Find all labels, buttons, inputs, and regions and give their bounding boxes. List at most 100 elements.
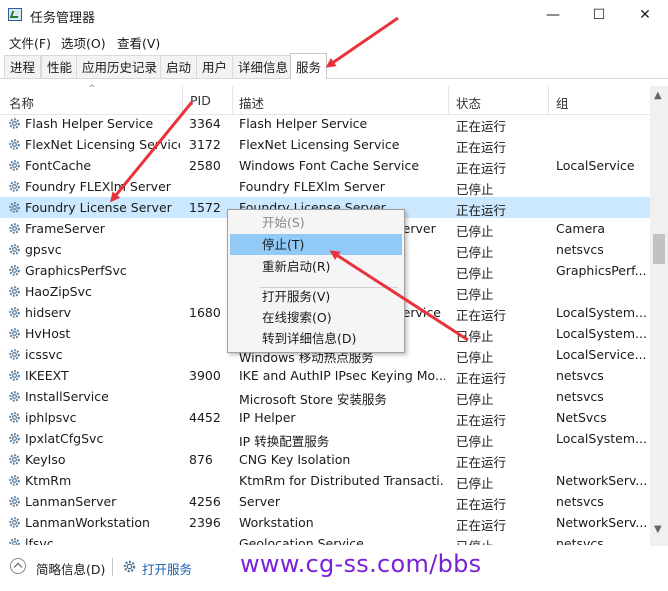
service-status: 已停止 bbox=[456, 287, 494, 302]
service-row[interactable]: IKEEXT 3900 IKE and AuthIP IPsec Keying Mo… bbox=[0, 365, 650, 386]
service-row[interactable]: iphlpsvc 4452 IP Helper 正在运行 NetSvcs bbox=[0, 407, 650, 428]
column-divider[interactable] bbox=[182, 86, 183, 114]
tab-app-history[interactable]: 应用历史记录 bbox=[76, 55, 164, 78]
title-bar: 任务管理器 — ☐ ✕ bbox=[0, 0, 668, 30]
service-status: 正在运行 bbox=[456, 497, 507, 512]
ctx-stop[interactable]: 停止(T) bbox=[230, 234, 402, 255]
menu-view[interactable]: 查看(V) bbox=[117, 33, 160, 52]
service-status: 正在运行 bbox=[456, 518, 507, 533]
service-name: hidserv bbox=[25, 305, 72, 320]
maximize-button[interactable]: ☐ bbox=[576, 0, 622, 30]
service-name: Foundry License Server bbox=[25, 200, 172, 215]
service-group: GraphicsPerf... bbox=[556, 263, 646, 278]
fewer-details-button[interactable]: 简略信息(D) bbox=[36, 559, 105, 578]
column-divider[interactable] bbox=[232, 86, 233, 114]
window-title: 任务管理器 bbox=[30, 11, 96, 26]
service-row[interactable]: Flash Helper Service 3364 Flash Helper Ser… bbox=[0, 113, 650, 134]
services-gear-icon[interactable] bbox=[122, 559, 137, 574]
scroll-up-icon[interactable]: ▲ bbox=[654, 90, 662, 101]
service-pid: 1572 bbox=[189, 200, 221, 215]
service-group: netsvcs bbox=[556, 242, 604, 257]
column-name[interactable]: 名称 bbox=[9, 93, 34, 112]
service-name: gpsvc bbox=[25, 242, 62, 257]
service-row[interactable]: IpxlatCfgSvc IP 转换配置服务 已停止 LocalSystem... bbox=[0, 428, 650, 449]
footer-divider bbox=[112, 558, 113, 576]
ctx-start[interactable]: 开始(S) bbox=[230, 212, 402, 233]
service-group: netsvcs bbox=[556, 389, 604, 404]
column-divider[interactable] bbox=[548, 86, 549, 114]
menu-options[interactable]: 选项(O) bbox=[61, 33, 106, 52]
service-row[interactable]: InstallService Microsoft Store 安装服务 已停止 net… bbox=[0, 386, 650, 407]
tab-processes[interactable]: 进程 bbox=[4, 55, 42, 78]
column-status[interactable]: 状态 bbox=[456, 93, 481, 112]
tab-performance[interactable]: 性能 bbox=[41, 55, 79, 78]
tab-users[interactable]: 用户 bbox=[196, 55, 234, 78]
service-gear-icon bbox=[8, 390, 21, 403]
service-description: Foundry FLEXlm Server bbox=[239, 179, 385, 194]
service-name: FrameServer bbox=[25, 221, 105, 236]
service-row[interactable]: Foundry FLEXlm Server Foundry FLEXlm Serv… bbox=[0, 176, 650, 197]
service-row[interactable]: KeyIso 876 CNG Key Isolation 正在运行 bbox=[0, 449, 650, 470]
service-name: Foundry FLEXlm Server bbox=[25, 179, 171, 194]
service-name: InstallService bbox=[25, 389, 109, 404]
service-row[interactable]: LanmanServer 4256 Server 正在运行 netsvcs bbox=[0, 491, 650, 512]
service-name: GraphicsPerfSvc bbox=[25, 263, 127, 278]
service-row[interactable]: LanmanWorkstation 2396 Workstation 正在运行 Netw… bbox=[0, 512, 650, 533]
service-name: icssvc bbox=[25, 347, 63, 362]
column-pid[interactable]: PID bbox=[190, 93, 211, 108]
service-status: 已停止 bbox=[456, 182, 494, 197]
tab-details[interactable]: 详细信息 bbox=[232, 55, 295, 78]
column-description[interactable]: 描述 bbox=[239, 93, 264, 112]
service-status: 已停止 bbox=[456, 536, 546, 545]
service-gear-icon bbox=[8, 138, 21, 151]
service-group: LocalService bbox=[556, 158, 635, 173]
open-services-link[interactable]: 打开服务 bbox=[142, 559, 192, 578]
service-pid: 2396 bbox=[189, 515, 221, 530]
close-button[interactable]: ✕ bbox=[622, 0, 668, 30]
service-gear-icon bbox=[8, 264, 21, 277]
scroll-thumb[interactable] bbox=[653, 234, 665, 264]
ctx-open-services[interactable]: 打开服务(V) bbox=[230, 286, 402, 307]
service-status: 正在运行 bbox=[456, 161, 507, 176]
service-name: FontCache bbox=[25, 158, 92, 173]
service-pid: 3172 bbox=[189, 137, 221, 152]
watermark-text: www.cg-ss.com/bbs bbox=[240, 550, 482, 578]
ctx-search-online[interactable]: 在线搜索(O) bbox=[230, 307, 402, 328]
scroll-down-icon[interactable]: ▼ bbox=[654, 524, 662, 535]
service-status: 已停止 bbox=[456, 329, 494, 344]
service-description: IKE and AuthIP IPsec Keying Mo... bbox=[239, 368, 445, 383]
service-row[interactable]: FontCache 2580 Windows Font Cache Service 正… bbox=[0, 155, 650, 176]
service-group: netsvcs bbox=[556, 536, 604, 545]
service-gear-icon bbox=[8, 327, 21, 340]
service-status: 已停止 bbox=[456, 350, 494, 365]
service-status: 已停止 bbox=[456, 266, 494, 281]
service-pid: 876 bbox=[189, 452, 213, 467]
vertical-scrollbar[interactable]: ▲ ▼ bbox=[650, 86, 668, 546]
service-gear-icon bbox=[8, 117, 21, 130]
service-gear-icon bbox=[8, 348, 21, 361]
service-group: LocalSystem... bbox=[556, 305, 646, 320]
service-gear-icon bbox=[8, 180, 21, 193]
service-gear-icon bbox=[8, 159, 21, 172]
service-pid: 2580 bbox=[189, 158, 221, 173]
column-divider[interactable] bbox=[448, 86, 449, 114]
minimize-button[interactable]: — bbox=[530, 0, 576, 30]
service-pid: 3364 bbox=[189, 116, 221, 131]
service-description: Microsoft Store 安装服务 bbox=[239, 392, 387, 407]
tab-services[interactable]: 服务 bbox=[290, 53, 328, 79]
ctx-restart[interactable]: 重新启动(R) bbox=[230, 256, 402, 277]
service-row[interactable]: lfsvc Geolocation Service 已停止 netsvcs bbox=[0, 533, 650, 545]
service-gear-icon bbox=[8, 474, 21, 487]
service-row[interactable]: KtmRm KtmRm for Distributed Transacti... 已… bbox=[0, 470, 650, 491]
column-group[interactable]: 组 bbox=[556, 93, 569, 112]
service-gear-icon bbox=[8, 369, 21, 382]
tab-startup[interactable]: 启动 bbox=[160, 55, 198, 78]
service-description: Geolocation Service bbox=[239, 536, 364, 545]
service-row[interactable]: FlexNet Licensing Service 3172 FlexNet Lic… bbox=[0, 134, 650, 155]
ctx-go-to-details[interactable]: 转到详细信息(D) bbox=[230, 328, 402, 349]
service-pid: 3900 bbox=[189, 368, 221, 383]
collapse-circle-icon[interactable] bbox=[10, 558, 26, 574]
service-pid: 4452 bbox=[189, 410, 221, 425]
tab-strip: 进程 性能 应用历史记录 启动 用户 详细信息 服务 bbox=[0, 53, 668, 79]
menu-file[interactable]: 文件(F) bbox=[9, 33, 51, 52]
